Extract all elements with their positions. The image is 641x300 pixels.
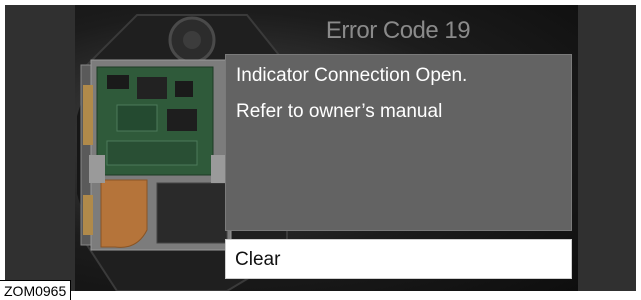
- figure-reference: ZOM0965: [0, 280, 72, 300]
- left-bezel: [5, 5, 75, 291]
- error-title: Error Code 19: [325, 17, 471, 44]
- right-bezel: [578, 5, 636, 291]
- clear-button-label: Clear: [235, 249, 281, 270]
- display-screen: Error Code 19 Indicator Connection Open.…: [5, 5, 636, 291]
- figure-frame: Error Code 19 Indicator Connection Open.…: [0, 0, 641, 300]
- message-line-1: Indicator Connection Open.: [236, 65, 468, 86]
- message-panel: Indicator Connection Open. Refer to owne…: [225, 54, 572, 231]
- clear-button[interactable]: Clear: [225, 239, 572, 279]
- message-line-2: Refer to owner’s manual: [236, 101, 443, 122]
